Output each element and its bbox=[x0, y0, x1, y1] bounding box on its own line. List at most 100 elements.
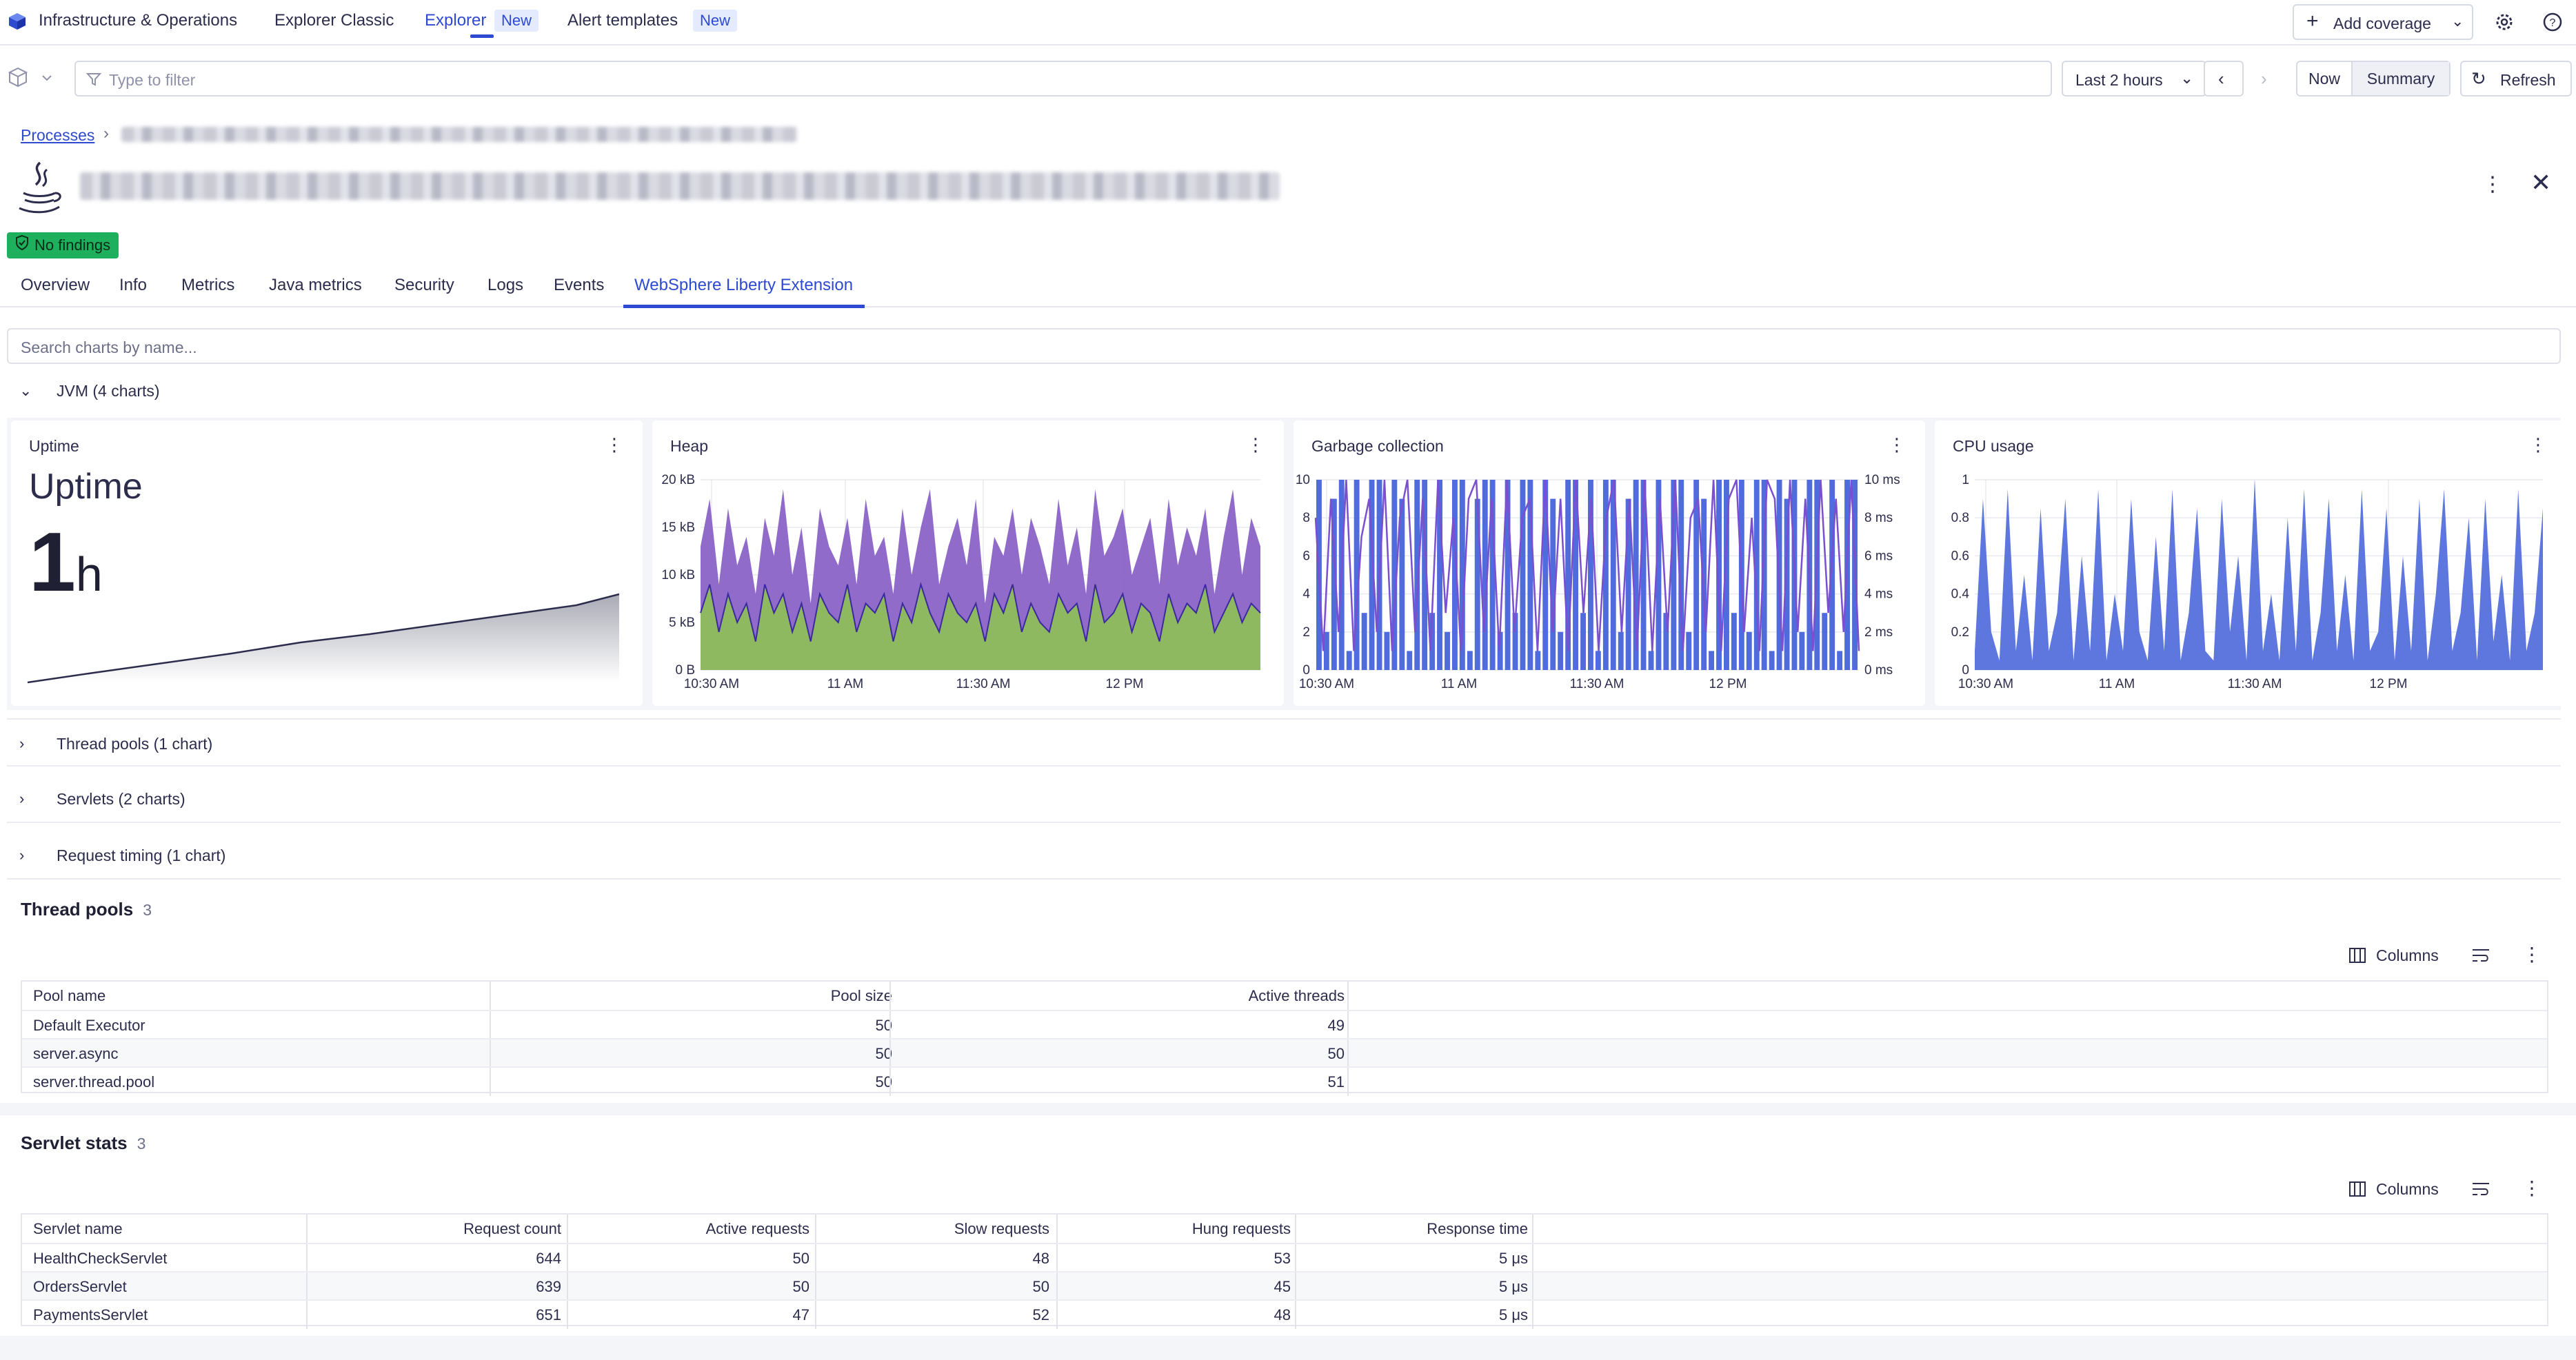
gc-bar bbox=[1746, 631, 1752, 670]
active-requests-cell: 50 bbox=[792, 1278, 809, 1295]
active-threads-cell: 49 bbox=[1327, 1017, 1345, 1034]
chart-search-placeholder: Search charts by name... bbox=[21, 338, 197, 356]
refresh-button[interactable]: ↻ Refresh bbox=[2460, 61, 2572, 97]
timeframe-previous-button[interactable]: ‹ bbox=[2204, 61, 2244, 97]
column-divider bbox=[1347, 1039, 1349, 1068]
chevron-down-icon: ⌄ bbox=[2180, 69, 2194, 87]
column-header[interactable]: Response time bbox=[1427, 1220, 1528, 1238]
x-tick-label: 12 PM bbox=[1709, 677, 1747, 691]
column-header[interactable]: Pool size bbox=[831, 987, 892, 1005]
table-row[interactable]: PaymentsServlet 651 47 52 48 5 μs bbox=[22, 1299, 2547, 1329]
findings-badge[interactable]: No findings bbox=[7, 232, 119, 258]
y2-tick-label: 10 ms bbox=[1864, 473, 1900, 487]
tab-alert-templates[interactable]: Alert templates bbox=[567, 11, 678, 30]
column-divider bbox=[815, 1272, 816, 1301]
column-divider bbox=[1295, 1244, 1296, 1272]
wrap-lines-icon[interactable] bbox=[2471, 947, 2491, 964]
section-thread-pools[interactable]: › Thread pools (1 chart) bbox=[7, 718, 2561, 767]
gc-bar bbox=[1535, 651, 1541, 670]
tab-overview[interactable]: Overview bbox=[21, 276, 90, 295]
tab-logs[interactable]: Logs bbox=[487, 276, 523, 295]
timeframe-selector[interactable]: Last 2 hours ⌄ bbox=[2062, 61, 2206, 97]
timeframe-next-button[interactable]: › bbox=[2246, 61, 2286, 97]
thread-pools-count: 3 bbox=[143, 901, 152, 919]
column-header[interactable]: Active threads bbox=[1249, 987, 1345, 1005]
entity-type-selector[interactable] bbox=[7, 66, 55, 90]
summary-button[interactable]: Summary bbox=[2353, 62, 2449, 95]
column-header[interactable]: Active requests bbox=[706, 1220, 809, 1238]
column-header[interactable]: Hung requests bbox=[1192, 1220, 1291, 1238]
tab-explorer-classic[interactable]: Explorer Classic bbox=[274, 11, 394, 30]
servlet-name-cell: OrdersServlet bbox=[33, 1278, 127, 1295]
column-header[interactable]: Servlet name bbox=[33, 1220, 123, 1238]
column-header[interactable]: Pool name bbox=[33, 987, 105, 1005]
y-tick-label: 10 kB bbox=[661, 568, 695, 582]
table-row[interactable]: HealthCheckServlet 644 50 48 53 5 μs bbox=[22, 1243, 2547, 1272]
tab-java-metrics[interactable]: Java metrics bbox=[269, 276, 362, 295]
cpu-chart: 0 0.2 0.4 0.6 0.8 1 10:30 AM 11 AM 11:30 AM 12 PM bbox=[1951, 473, 2543, 691]
table-row[interactable]: server.thread.pool 50 51 bbox=[22, 1066, 2547, 1096]
help-icon[interactable]: ? bbox=[2542, 11, 2564, 33]
gc-bar bbox=[1769, 651, 1775, 670]
tab-info[interactable]: Info bbox=[119, 276, 147, 295]
section-jvm[interactable]: ⌄ JVM (4 charts) bbox=[7, 367, 2561, 415]
column-header[interactable]: Request count bbox=[463, 1220, 561, 1238]
tab-events[interactable]: Events bbox=[554, 276, 604, 295]
app-name[interactable]: Infrastructure & Operations bbox=[39, 11, 237, 30]
now-summary-toggle: Now Summary bbox=[2296, 61, 2451, 97]
gear-icon[interactable] bbox=[2493, 11, 2515, 33]
add-coverage-button[interactable]: + Add coverage ⌄ bbox=[2293, 4, 2473, 40]
column-divider bbox=[567, 1215, 568, 1243]
more-options-icon[interactable]: ⋮ bbox=[2482, 172, 2503, 196]
servlet-stats-columns-button[interactable]: Columns bbox=[2376, 1180, 2439, 1199]
table-row[interactable]: server.async 50 50 bbox=[22, 1038, 2547, 1068]
column-divider bbox=[1347, 982, 1349, 1010]
response-time-cell: 5 μs bbox=[1498, 1306, 1528, 1323]
x-tick-label: 10:30 AM bbox=[1958, 677, 2013, 691]
tab-websphere-liberty-extension[interactable]: WebSphere Liberty Extension bbox=[634, 276, 853, 295]
table-header-row: Pool name Pool size Active threads bbox=[22, 982, 2547, 1010]
filter-input[interactable]: Type to filter bbox=[74, 61, 2052, 97]
gc-bar bbox=[1445, 631, 1450, 670]
breadcrumb-processes[interactable]: Processes bbox=[21, 126, 94, 145]
pool-name-cell: Default Executor bbox=[33, 1017, 145, 1034]
tab-alert-templates-new-badge: New bbox=[693, 10, 738, 32]
column-divider bbox=[815, 1244, 816, 1272]
column-divider bbox=[1532, 1215, 1533, 1243]
shield-check-icon bbox=[16, 235, 28, 250]
column-divider bbox=[1347, 1068, 1349, 1096]
column-divider bbox=[490, 1039, 491, 1068]
column-divider bbox=[490, 1068, 491, 1096]
wrap-lines-icon[interactable] bbox=[2471, 1181, 2491, 1197]
java-logo-icon bbox=[19, 161, 61, 214]
more-options-icon[interactable]: ⋮ bbox=[2522, 1177, 2542, 1199]
y-tick-label: 1 bbox=[1962, 473, 1969, 487]
now-button[interactable]: Now bbox=[2297, 62, 2353, 95]
tab-explorer[interactable]: Explorer bbox=[425, 11, 486, 30]
gc-bar bbox=[1407, 651, 1413, 670]
column-divider bbox=[490, 982, 491, 1010]
section-servlets[interactable]: › Servlets (2 charts) bbox=[7, 775, 2561, 823]
thread-pools-title: Thread pools bbox=[21, 899, 134, 920]
column-divider bbox=[1532, 1272, 1533, 1301]
table-row[interactable]: Default Executor 50 49 bbox=[22, 1010, 2547, 1039]
close-icon[interactable]: ✕ bbox=[2530, 168, 2551, 197]
y2-tick-label: 6 ms bbox=[1864, 549, 1893, 563]
section-request-timing[interactable]: › Request timing (1 chart) bbox=[7, 831, 2561, 880]
column-divider bbox=[567, 1301, 568, 1329]
thread-pools-columns-button[interactable]: Columns bbox=[2376, 946, 2439, 965]
tab-explorer-new-badge: New bbox=[494, 10, 539, 32]
filter-icon bbox=[85, 73, 102, 86]
column-divider bbox=[1056, 1301, 1058, 1329]
tab-security[interactable]: Security bbox=[394, 276, 454, 295]
tab-metrics[interactable]: Metrics bbox=[181, 276, 234, 295]
y2-tick-label: 2 ms bbox=[1864, 625, 1893, 640]
more-options-icon[interactable]: ⋮ bbox=[2522, 943, 2542, 966]
chart-search-input[interactable]: Search charts by name... bbox=[7, 328, 2561, 364]
table-row[interactable]: OrdersServlet 639 50 50 45 5 μs bbox=[22, 1271, 2547, 1301]
process-title-redacted bbox=[80, 172, 1280, 200]
x-tick-label: 12 PM bbox=[1106, 677, 1144, 691]
column-header[interactable]: Slow requests bbox=[954, 1220, 1049, 1238]
hung-requests-cell: 45 bbox=[1274, 1278, 1291, 1295]
x-tick-label: 11 AM bbox=[2099, 677, 2135, 691]
